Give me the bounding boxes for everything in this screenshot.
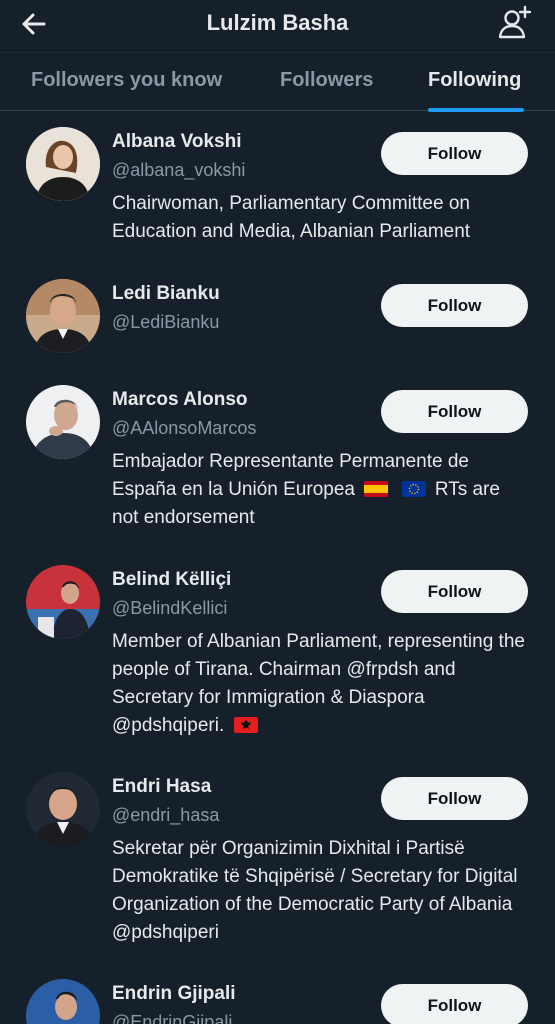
follow-button[interactable]: Follow (381, 390, 528, 433)
follow-button[interactable]: Follow (381, 570, 528, 613)
user-handle[interactable]: @albana_vokshi (112, 160, 245, 181)
page-title: Lulzim Basha (206, 10, 349, 35)
avatar[interactable] (26, 565, 100, 639)
avatar[interactable] (26, 127, 100, 201)
tab-followers[interactable]: Followers (280, 69, 373, 92)
albania-flag-icon (233, 717, 258, 733)
avatar[interactable] (26, 385, 100, 459)
user-handle[interactable]: @LediBianku (112, 312, 219, 333)
tab-following[interactable]: Following (428, 69, 521, 92)
tab-followers-you-know[interactable]: Followers you know (31, 69, 222, 92)
user-bio: Sekretar për Organizimin Dixhital i Part… (112, 838, 518, 943)
add-user-icon[interactable] (497, 4, 533, 40)
tab-bar: Followers you know Followers Following (0, 52, 555, 112)
bio-line: not endorsement (112, 507, 255, 528)
user-name[interactable]: Endrin Gjipali (112, 983, 236, 1005)
follow-button[interactable]: Follow (381, 777, 528, 820)
user-name[interactable]: Marcos Alonso (112, 389, 248, 411)
user-bio: Chairwoman, Parliamentary Committee on E… (112, 193, 471, 242)
user-name[interactable]: Endri Hasa (112, 776, 211, 798)
follow-button[interactable]: Follow (381, 984, 528, 1024)
top-app-bar: Lulzim Basha (0, 0, 555, 52)
avatar[interactable] (26, 979, 100, 1024)
eu-flag-icon (401, 481, 426, 497)
follow-button[interactable]: Follow (381, 132, 528, 175)
user-bio: Member of Albanian Parliament, represent… (112, 628, 532, 740)
user-name[interactable]: Albana Vokshi (112, 131, 242, 153)
user-name[interactable]: Ledi Bianku (112, 283, 220, 305)
user-handle[interactable]: @EndrinGjipali (112, 1012, 232, 1024)
user-bio: Embajador Representante Permanente de Es… (112, 448, 532, 532)
avatar[interactable] (26, 279, 100, 353)
avatar[interactable] (26, 772, 100, 846)
follow-button[interactable]: Follow (381, 284, 528, 327)
user-handle[interactable]: @AAlonsoMarcos (112, 418, 256, 439)
bio-line: Embajador Representante Permanente de (112, 451, 470, 472)
bio-line: RTs are (434, 479, 500, 500)
active-tab-indicator (428, 108, 524, 112)
bio-line: España en la Unión Europea (112, 479, 355, 500)
user-handle[interactable]: @BelindKellici (112, 598, 227, 619)
bio-text: Member of Albanian Parliament, represent… (112, 631, 525, 736)
spain-flag-icon (364, 481, 389, 497)
user-name[interactable]: Belind Këlliçi (112, 569, 231, 591)
user-handle[interactable]: @endri_hasa (112, 805, 219, 826)
